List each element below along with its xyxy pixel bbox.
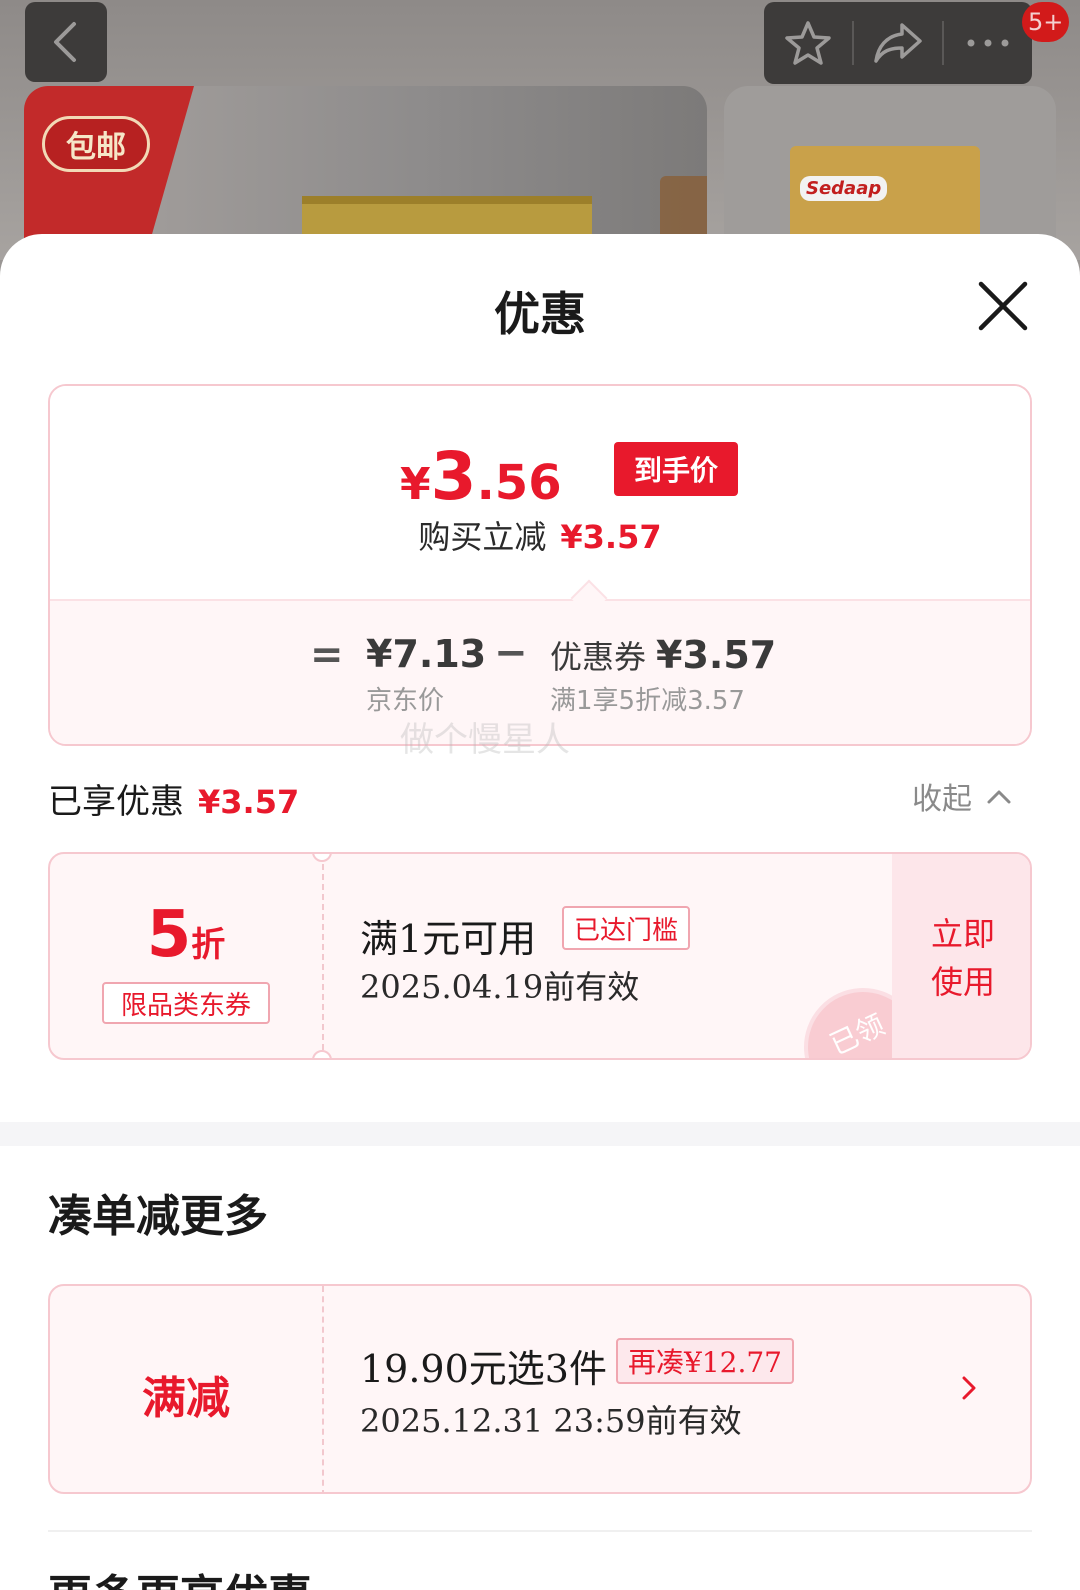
close-icon	[978, 281, 1028, 331]
jd-price: ¥7.13	[366, 632, 487, 676]
chevron-right-icon[interactable]	[954, 1368, 984, 1408]
promo-type: 满减	[142, 1373, 230, 1424]
discount-number: 5	[146, 898, 192, 972]
section-separator	[48, 1530, 1032, 1532]
instant-discount-label: 购买立减	[418, 518, 547, 556]
chevron-up-icon	[987, 790, 1011, 804]
more-icon	[967, 39, 1009, 47]
coupon-condition: 满1元可用	[360, 917, 537, 961]
price-integer: 3	[430, 438, 477, 515]
coupon-card[interactable]: 5折 限品类东券 满1元可用 已达门槛 2025.04.19前有效 已领 立即使…	[48, 852, 1032, 1060]
section-divider	[0, 1122, 1080, 1146]
coupon-type-badge: 限品类东券	[102, 982, 270, 1024]
promo-validity: 2025.12.31 23:59前有效	[360, 1402, 742, 1440]
threshold-met-badge: 已达门槛	[562, 906, 691, 950]
coupon-deduction: 优惠券 ¥3.57	[550, 632, 776, 678]
package-brand-label: Sedaap	[800, 176, 888, 201]
coupon-notch-top	[312, 854, 332, 862]
watermark-text: 做个慢星人	[400, 720, 570, 760]
share-button[interactable]	[854, 2, 942, 84]
more-button[interactable]	[944, 2, 1032, 84]
coupon-divider	[322, 864, 324, 1050]
favorite-button[interactable]	[764, 2, 852, 84]
coupon-deduction-name: 优惠券	[550, 638, 647, 676]
sheet-title: 优惠	[494, 287, 586, 341]
coupon-deduction-value: ¥3.57	[656, 633, 777, 677]
enjoyed-discount-label: 已享优惠	[48, 782, 184, 822]
price-decimal: .56	[476, 455, 562, 511]
final-price-tag: 到手价	[614, 442, 738, 496]
discount-unit: 折	[191, 925, 226, 965]
product-package	[302, 196, 592, 236]
promo-remaining-badge: 再凑¥12.77	[616, 1338, 794, 1384]
coupon-validity: 2025.04.19前有效	[360, 968, 640, 1006]
bundle-promo-card[interactable]: 满减 19.90元选3件 再凑¥12.77 2025.12.31 23:59前有…	[48, 1284, 1032, 1494]
bundle-section-title: 凑单减更多	[48, 1191, 268, 1242]
promo-condition: 19.90元选3件	[360, 1347, 607, 1391]
use-now-button[interactable]: 立即使用	[892, 854, 1030, 1058]
coupon-rule: 满1享5折减3.57	[550, 686, 745, 716]
collapse-toggle[interactable]: 收起	[912, 774, 1014, 818]
final-price: ¥ 3 .56	[400, 438, 562, 515]
discount-sheet: 优惠 ¥ 3 .56 到手价 购买立减 ¥3.57 = ¥7.13 京东价 −	[0, 234, 1080, 1590]
final-price-section: ¥ 3 .56 到手价 购买立减 ¥3.57	[50, 386, 1030, 599]
free-shipping-logo: 包邮	[42, 116, 150, 172]
minus-sign: −	[494, 630, 528, 676]
message-count-badge: 5+	[1022, 2, 1070, 42]
currency-symbol: ¥	[400, 459, 431, 510]
instant-discount-amount: ¥3.57	[560, 518, 662, 556]
back-button[interactable]	[25, 2, 107, 82]
enjoyed-discount-amount: ¥3.57	[198, 783, 300, 821]
use-now-label: 立即使用	[930, 915, 995, 1001]
enjoyed-discount-row: 已享优惠 ¥3.57	[48, 774, 299, 823]
promo-divider	[322, 1286, 324, 1492]
coupon-notch-bottom	[312, 1050, 332, 1058]
close-button[interactable]	[975, 278, 1031, 334]
coupon-discount: 5折	[50, 898, 322, 972]
collapse-label: 收起	[912, 782, 972, 817]
next-section-title: 更多更高优惠	[48, 1560, 312, 1590]
top-action-bar	[764, 2, 1032, 84]
back-icon	[54, 22, 76, 62]
instant-discount: 购买立减 ¥3.57	[50, 512, 1030, 558]
share-icon	[874, 23, 922, 63]
star-icon	[785, 21, 831, 65]
price-breakdown-card: ¥ 3 .56 到手价 购买立减 ¥3.57 = ¥7.13 京东价 − 优惠券…	[48, 384, 1032, 746]
equals-sign: =	[310, 632, 344, 678]
